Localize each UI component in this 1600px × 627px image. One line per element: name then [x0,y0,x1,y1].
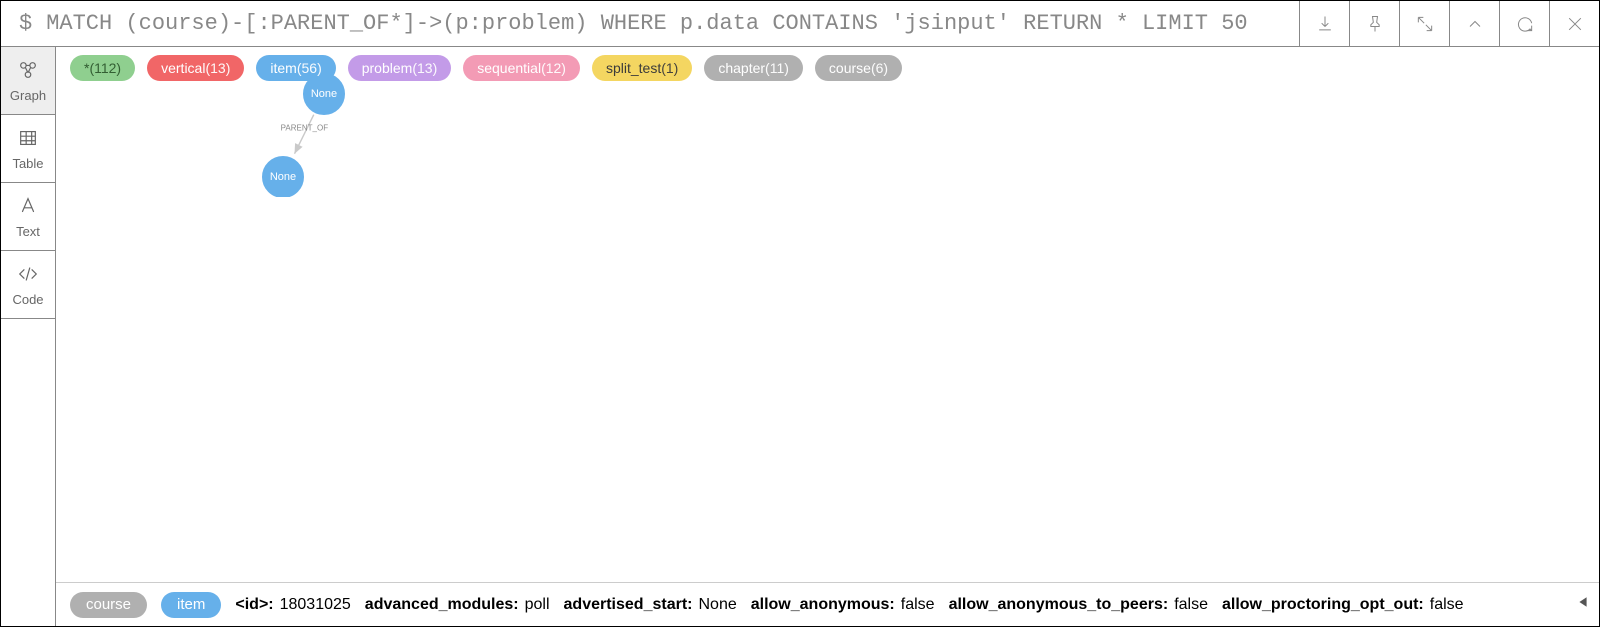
table-icon [17,127,39,152]
graph-node-item[interactable]: None [261,155,305,197]
property-id: <id>:18031025 [235,596,350,614]
legend-chip-all[interactable]: *(112) [70,55,135,81]
legend-chip-vertical[interactable]: vertical(13) [147,55,244,81]
sidebar-item-text[interactable]: Text [1,183,55,251]
sidebar-label-code: Code [12,292,43,307]
legend-chip-problem[interactable]: problem(13) [348,55,452,81]
code-icon [17,263,39,288]
edge-label: PARENT_OF [281,124,329,133]
legend-chip-course[interactable]: course(6) [815,55,902,81]
graph-canvas[interactable]: *(112) vertical(13) item(56) problem(13)… [56,47,1599,626]
sidebar-item-code[interactable]: Code [1,251,55,319]
chevron-up-icon[interactable] [1449,1,1499,46]
prompt-symbol: $ [1,11,46,36]
property-allow-anonymous: allow_anonymous:false [751,596,935,614]
expand-properties-icon[interactable] [1577,595,1589,613]
cypher-query[interactable]: MATCH (course)-[:PARENT_OF*]->(p:problem… [46,11,1299,36]
property-advertised-start: advertised_start:None [564,596,737,614]
sidebar-label-graph: Graph [10,88,46,103]
property-allow-proctoring: allow_proctoring_opt_out:false [1222,596,1464,614]
expand-icon[interactable] [1399,1,1449,46]
close-icon[interactable] [1549,1,1599,46]
legend-chip-item[interactable]: item(56) [256,55,335,81]
legend-chip-chapter[interactable]: chapter(11) [704,55,803,81]
view-sidebar: Graph Table Text Code [1,47,56,626]
sidebar-item-table[interactable]: Table [1,115,55,183]
graph-icon [17,59,39,84]
download-icon[interactable] [1299,1,1349,46]
query-toolbar [1299,1,1599,46]
sidebar-label-text: Text [16,224,40,239]
legend-chip-split-test[interactable]: split_test(1) [592,55,692,81]
legend-chip-sequential[interactable]: sequential(12) [463,55,580,81]
pin-icon[interactable] [1349,1,1399,46]
sidebar-label-table: Table [12,156,43,171]
sidebar-item-graph[interactable]: Graph [1,47,55,115]
text-icon [17,195,39,220]
legend-chipbar: *(112) vertical(13) item(56) problem(13)… [70,55,1585,81]
query-bar: $ MATCH (course)-[:PARENT_OF*]->(p:probl… [1,1,1599,47]
property-allow-anon-peers: allow_anonymous_to_peers:false [949,596,1208,614]
property-chip-item[interactable]: item [161,592,221,618]
property-chip-course[interactable]: course [70,592,147,618]
graph-edge[interactable] [295,114,315,154]
refresh-icon[interactable] [1499,1,1549,46]
property-bar: course item <id>:18031025 advanced_modul… [56,582,1599,626]
property-advanced-modules: advanced_modules:poll [365,596,550,614]
